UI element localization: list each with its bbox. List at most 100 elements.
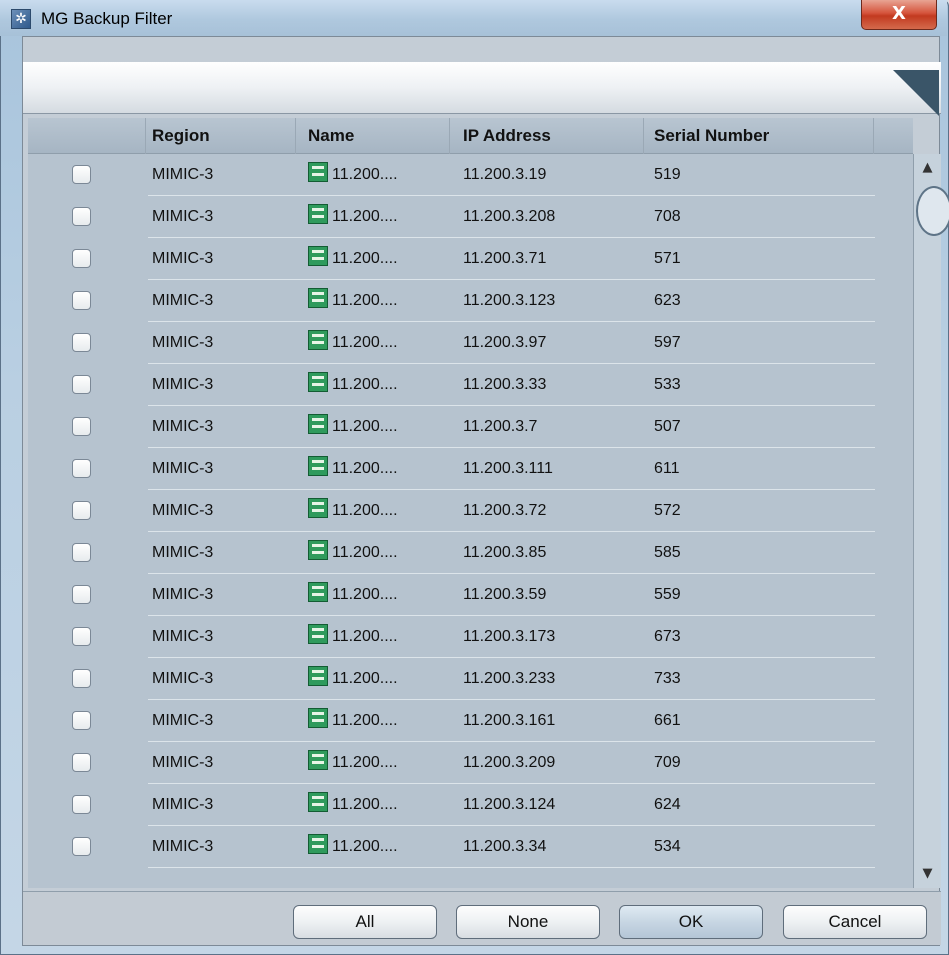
cell-name: 11.200.... xyxy=(308,784,398,826)
network-device-icon xyxy=(308,834,328,854)
table-row[interactable]: MIMIC-3 11.200.... 11.200.3.123 623 xyxy=(28,280,913,322)
table-row[interactable]: MIMIC-3 11.200.... 11.200.3.173 673 xyxy=(28,616,913,658)
cell-name: 11.200.... xyxy=(308,658,398,700)
row-checkbox[interactable] xyxy=(72,375,91,394)
table-row[interactable]: MIMIC-3 11.200.... 11.200.3.233 733 xyxy=(28,658,913,700)
cell-name-text: 11.200.... xyxy=(332,796,398,813)
cell-ip-address: 11.200.3.33 xyxy=(463,376,547,393)
vertical-scrollbar[interactable]: ▲ ▼ xyxy=(913,154,949,888)
cell-name: 11.200.... xyxy=(308,154,398,196)
cell-region: MIMIC-3 xyxy=(152,544,214,561)
cell-name-text: 11.200.... xyxy=(332,502,398,519)
scroll-up-arrow-icon[interactable]: ▲ xyxy=(914,158,941,178)
table-row[interactable]: MIMIC-3 11.200.... 11.200.3.85 585 xyxy=(28,532,913,574)
row-checkbox[interactable] xyxy=(72,837,91,856)
cell-name: 11.200.... xyxy=(308,742,398,784)
cell-region: MIMIC-3 xyxy=(152,586,214,603)
cell-ip-address: 11.200.3.209 xyxy=(463,754,556,771)
table-row[interactable]: MIMIC-3 11.200.... 11.200.3.19 519 xyxy=(28,154,913,196)
cell-ip-address: 11.200.3.233 xyxy=(463,670,556,687)
table-row[interactable]: MIMIC-3 11.200.... 11.200.3.97 597 xyxy=(28,322,913,364)
network-device-icon xyxy=(308,624,328,644)
title-bar[interactable]: ✲ MG Backup Filter X xyxy=(0,0,947,36)
cell-serial-number: 534 xyxy=(654,838,681,855)
column-header-serial-number[interactable]: Serial Number xyxy=(644,118,874,154)
row-checkbox[interactable] xyxy=(72,795,91,814)
row-checkbox[interactable] xyxy=(72,291,91,310)
row-checkbox[interactable] xyxy=(72,753,91,772)
row-checkbox[interactable] xyxy=(72,711,91,730)
cell-serial-number: 661 xyxy=(654,712,681,729)
row-checkbox[interactable] xyxy=(72,543,91,562)
cell-serial-number: 709 xyxy=(654,754,681,771)
column-header-region[interactable]: Region xyxy=(146,118,296,154)
table-row[interactable]: MIMIC-3 11.200.... 11.200.3.59 559 xyxy=(28,574,913,616)
cell-serial-number: 559 xyxy=(654,586,681,603)
row-checkbox[interactable] xyxy=(72,249,91,268)
cell-ip-address: 11.200.3.72 xyxy=(463,502,547,519)
scroll-thumb[interactable] xyxy=(916,186,949,236)
row-checkbox[interactable] xyxy=(72,627,91,646)
row-checkbox[interactable] xyxy=(72,459,91,478)
cell-serial-number: 571 xyxy=(654,250,681,267)
cell-serial-number: 519 xyxy=(654,166,681,183)
cell-region: MIMIC-3 xyxy=(152,838,214,855)
cell-region: MIMIC-3 xyxy=(152,334,214,351)
cell-ip-address: 11.200.3.161 xyxy=(463,712,556,729)
row-checkbox[interactable] xyxy=(72,207,91,226)
close-button[interactable]: X xyxy=(861,0,937,30)
cell-name-text: 11.200.... xyxy=(332,334,398,351)
cell-ip-address: 11.200.3.208 xyxy=(463,208,556,225)
ok-button[interactable]: OK xyxy=(619,905,763,939)
row-checkbox[interactable] xyxy=(72,333,91,352)
table-row[interactable]: MIMIC-3 11.200.... 11.200.3.208 708 xyxy=(28,196,913,238)
cell-region: MIMIC-3 xyxy=(152,754,214,771)
cell-name-text: 11.200.... xyxy=(332,712,398,729)
cell-ip-address: 11.200.3.71 xyxy=(463,250,547,267)
checkbox-column-header[interactable] xyxy=(28,118,146,154)
table-row[interactable]: MIMIC-3 11.200.... 11.200.3.7 507 xyxy=(28,406,913,448)
cancel-button[interactable]: Cancel xyxy=(783,905,927,939)
select-none-button[interactable]: None xyxy=(456,905,600,939)
cell-name-text: 11.200.... xyxy=(332,586,398,603)
cell-name-text: 11.200.... xyxy=(332,166,398,183)
network-device-icon xyxy=(308,708,328,728)
cell-name: 11.200.... xyxy=(308,238,398,280)
row-checkbox[interactable] xyxy=(72,501,91,520)
network-device-icon xyxy=(308,792,328,812)
cell-name-text: 11.200.... xyxy=(332,460,398,477)
filter-toolbar xyxy=(23,62,941,116)
network-device-icon xyxy=(308,372,328,392)
row-checkbox[interactable] xyxy=(72,669,91,688)
column-header-ip-address[interactable]: IP Address xyxy=(450,118,644,154)
cell-name: 11.200.... xyxy=(308,700,398,742)
cell-region: MIMIC-3 xyxy=(152,502,214,519)
row-checkbox[interactable] xyxy=(72,165,91,184)
table-row[interactable]: MIMIC-3 11.200.... 11.200.3.72 572 xyxy=(28,490,913,532)
table-row[interactable]: MIMIC-3 11.200.... 11.200.3.34 534 xyxy=(28,826,913,868)
table-row[interactable]: MIMIC-3 11.200.... 11.200.3.71 571 xyxy=(28,238,913,280)
table-row[interactable]: MIMIC-3 11.200.... 11.200.3.124 624 xyxy=(28,784,913,826)
cell-region: MIMIC-3 xyxy=(152,796,214,813)
cell-ip-address: 11.200.3.97 xyxy=(463,334,547,351)
cell-name: 11.200.... xyxy=(308,490,398,532)
table-row[interactable]: MIMIC-3 11.200.... 11.200.3.111 611 xyxy=(28,448,913,490)
corner-triangle-icon[interactable] xyxy=(893,70,939,116)
select-all-button[interactable]: All xyxy=(293,905,437,939)
network-device-icon xyxy=(308,246,328,266)
cell-ip-address: 11.200.3.85 xyxy=(463,544,547,561)
column-header-name[interactable]: Name xyxy=(296,118,450,154)
table-row[interactable]: MIMIC-3 11.200.... 11.200.3.161 661 xyxy=(28,700,913,742)
cell-name-text: 11.200.... xyxy=(332,544,398,561)
cell-name: 11.200.... xyxy=(308,448,398,490)
table-row[interactable]: MIMIC-3 11.200.... 11.200.3.33 533 xyxy=(28,364,913,406)
table-row[interactable]: MIMIC-3 11.200.... 11.200.3.209 709 xyxy=(28,742,913,784)
cell-ip-address: 11.200.3.124 xyxy=(463,796,556,813)
row-checkbox[interactable] xyxy=(72,417,91,436)
cell-name-text: 11.200.... xyxy=(332,208,398,225)
button-bar: All None OK Cancel xyxy=(23,891,941,945)
window-title: MG Backup Filter xyxy=(41,9,173,28)
scroll-down-arrow-icon[interactable]: ▼ xyxy=(914,864,941,884)
cell-serial-number: 673 xyxy=(654,628,681,645)
row-checkbox[interactable] xyxy=(72,585,91,604)
